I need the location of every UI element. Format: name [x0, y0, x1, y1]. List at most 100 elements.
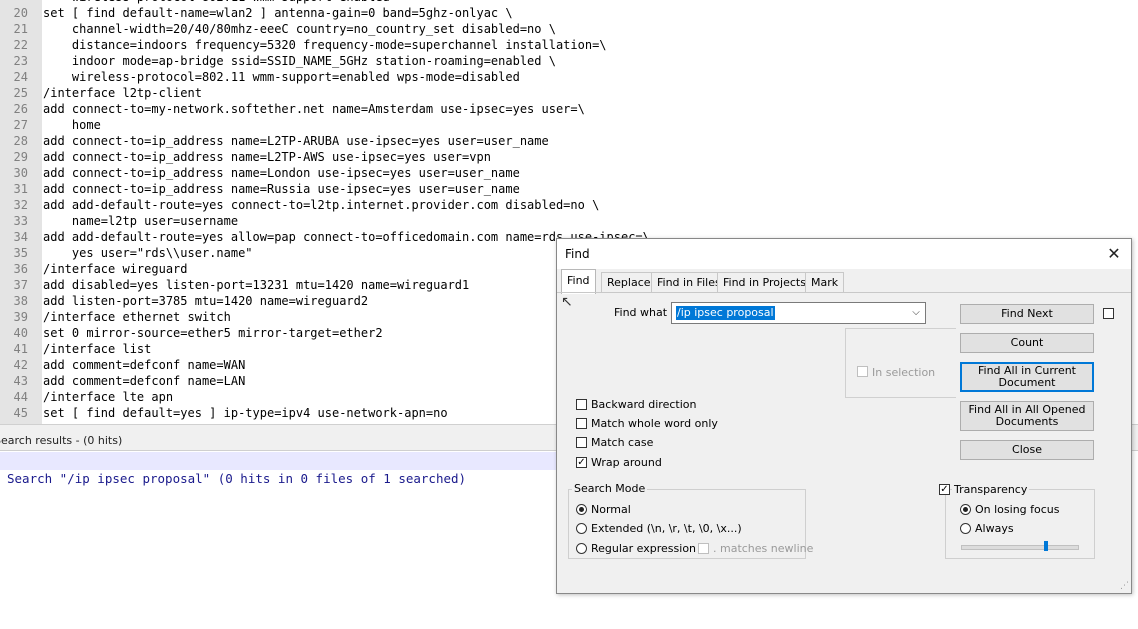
code-text: /interface ethernet switch	[43, 310, 231, 324]
chevron-down-icon[interactable]: ⌵	[909, 305, 923, 321]
line-number: 22	[13, 38, 28, 52]
line-number: 37	[13, 278, 28, 292]
count-button[interactable]: Count	[960, 333, 1094, 353]
line-number: 27	[13, 118, 28, 132]
always-label: Always	[975, 522, 1014, 535]
line-number: 24	[13, 70, 28, 84]
search-mode-title: Search Mode	[572, 482, 648, 495]
code-line: 29 add connect-to=ip_address name=L2TP-AW…	[0, 149, 1138, 165]
dialog-titlebar[interactable]: Find ✕	[557, 239, 1131, 269]
tab-divider	[557, 292, 1131, 293]
line-number: 21	[13, 22, 28, 36]
find-what-input[interactable]: /ip ipsec proposal ⌵	[671, 302, 926, 324]
transparency-slider-thumb[interactable]	[1043, 541, 1048, 551]
code-line: 33 name=l2tp user=username	[0, 213, 1138, 229]
code-text: wireless-protocol=802.11 wmm-support=ena…	[43, 70, 520, 84]
close-button[interactable]: Close	[960, 440, 1094, 460]
backward-direction-label: Backward direction	[591, 398, 697, 411]
dialog-title: Find	[565, 247, 590, 261]
code-text: /interface l2tp-client	[43, 86, 202, 100]
code-line: 26 add connect-to=my-network.softether.ne…	[0, 101, 1138, 117]
code-text: /interface list	[43, 342, 152, 356]
tab-replace[interactable]: Replace	[601, 272, 657, 293]
line-number: 36	[13, 262, 28, 276]
mode-regex-label: Regular expression	[591, 542, 697, 555]
line-number: 45	[13, 406, 28, 420]
in-selection-group: In selection	[845, 328, 956, 398]
line-number: 32	[13, 198, 28, 212]
close-icon[interactable]: ✕	[1103, 243, 1125, 265]
line-number: 23	[13, 54, 28, 68]
code-text: add connect-to=ip_address name=Russia us…	[43, 182, 520, 196]
find-all-current-button[interactable]: Find All in Current Document	[960, 362, 1094, 392]
match-case-checkbox[interactable]	[576, 437, 587, 448]
find-what-value: /ip ipsec proposal	[676, 306, 775, 320]
code-line: 32 add add-default-route=yes connect-to=l…	[0, 197, 1138, 213]
code-text: home	[43, 118, 101, 132]
line-number: 30	[13, 166, 28, 180]
code-text: add connect-to=my-network.softether.net …	[43, 102, 585, 116]
tab-find-in-projects[interactable]: Find in Projects	[717, 272, 812, 293]
code-text: yes user="rds\\user.name"	[43, 246, 253, 260]
line-number: 33	[13, 214, 28, 228]
tab-label: Find in Projects	[723, 276, 806, 289]
code-line: 27 home	[0, 117, 1138, 133]
on-losing-focus-label: On losing focus	[975, 503, 1060, 516]
match-whole-word-label: Match whole word only	[591, 417, 718, 430]
code-text: set [ find default=yes ] ip-type=ipv4 us…	[43, 406, 448, 420]
backward-direction-checkbox[interactable]	[576, 399, 587, 410]
in-selection-label: In selection	[872, 366, 936, 379]
code-text: add add-default-route=yes connect-to=l2t…	[43, 198, 600, 212]
code-text: add connect-to=ip_address name=London us…	[43, 166, 520, 180]
code-line: 22 distance=indoors frequency=5320 frequ…	[0, 37, 1138, 53]
code-line: 25/interface l2tp-client	[0, 85, 1138, 101]
button-label: Count	[1010, 336, 1044, 349]
button-label: Find All in Current Document	[977, 364, 1076, 389]
code-line: 20 set [ find default-name=wlan2 ] antenn…	[0, 5, 1138, 21]
tab-label: Replace	[607, 276, 651, 289]
in-selection-checkbox[interactable]	[857, 366, 868, 377]
on-losing-focus-radio[interactable]	[960, 504, 971, 515]
code-text: add comment=defconf name=LAN	[43, 374, 246, 388]
button-label: Find Next	[1001, 307, 1053, 320]
mode-extended-radio[interactable]	[576, 523, 587, 534]
mode-normal-radio[interactable]	[576, 504, 587, 515]
tab-find[interactable]: Find	[561, 269, 596, 294]
button-label: Close	[1012, 443, 1042, 456]
line-number: 41	[13, 342, 28, 356]
tab-mark[interactable]: Mark	[805, 272, 845, 293]
code-text: add disabled=yes listen-port=13231 mtu=1…	[43, 278, 470, 292]
find-all-opened-button[interactable]: Find All in All Opened Documents	[960, 401, 1094, 431]
match-case-label: Match case	[591, 436, 654, 449]
search-result-summary[interactable]: Search "/ip ipsec proposal" (0 hits in 0…	[0, 452, 560, 486]
matches-newline-label: . matches newline	[713, 542, 814, 555]
code-line: 30 add connect-to=ip_address name=London …	[0, 165, 1138, 181]
code-text: add listen-port=3785 mtu=1420 name=wireg…	[43, 294, 369, 308]
match-whole-word-checkbox[interactable]	[576, 418, 587, 429]
line-number: 20	[13, 6, 28, 20]
line-number: 39	[13, 310, 28, 324]
find-dialog: Find ✕ Find Replace Find in Files Find i…	[556, 238, 1132, 594]
line-number: 28	[13, 134, 28, 148]
matches-newline-checkbox[interactable]	[698, 543, 709, 554]
wrap-around-label: Wrap around	[591, 456, 662, 469]
search-results-title: Search results - (0 hits)	[0, 434, 123, 447]
resize-grip-icon[interactable]: ⋰	[1120, 581, 1129, 591]
line-number: 26	[13, 102, 28, 116]
stay-on-top-checkbox[interactable]	[1103, 308, 1114, 319]
code-text: set 0 mirror-source=ether5 mirror-target…	[43, 326, 383, 340]
always-radio[interactable]	[960, 523, 971, 534]
transparency-slider-track[interactable]	[961, 545, 1079, 550]
find-next-button[interactable]: Find Next	[960, 304, 1094, 324]
code-text: /interface wireguard	[43, 262, 188, 276]
tab-find-in-files[interactable]: Find in Files	[651, 272, 727, 293]
code-text: channel-width=20/40/80mhz-eeeC country=n…	[43, 22, 556, 36]
mode-regex-radio[interactable]	[576, 543, 587, 554]
wrap-around-checkbox[interactable]: ✓	[576, 457, 587, 468]
code-text: add connect-to=ip_address name=L2TP-ARUB…	[43, 134, 549, 148]
code-line: 21 channel-width=20/40/80mhz-eeeC countr…	[0, 21, 1138, 37]
code-text: /interface lte apn	[43, 390, 174, 404]
mode-extended-label: Extended (\n, \r, \t, \0, \x...)	[591, 522, 742, 535]
transparency-checkbox[interactable]: ✓	[939, 484, 950, 495]
code-text: distance=indoors frequency=5320 frequenc…	[43, 38, 607, 52]
